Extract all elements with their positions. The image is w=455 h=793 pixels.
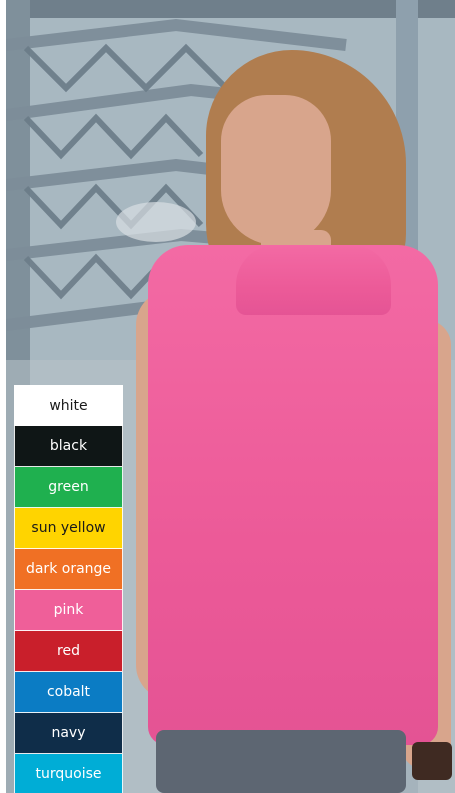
swatch-label: pink <box>53 602 84 618</box>
face <box>221 95 331 245</box>
swatch-navy[interactable]: navy <box>14 713 123 754</box>
swatch-label: turquoise <box>35 766 102 782</box>
swatch-label: green <box>48 479 89 495</box>
swatch-dark-orange[interactable]: dark orange <box>14 549 123 590</box>
swatch-label: cobalt <box>46 684 91 700</box>
swatch-pink[interactable]: pink <box>14 590 123 631</box>
color-swatch-list: white black green sun yellow dark orange… <box>14 385 123 793</box>
collar <box>236 245 391 315</box>
swatch-label: white <box>49 397 88 414</box>
swatch-label: dark orange <box>25 561 112 577</box>
swatch-red[interactable]: red <box>14 631 123 672</box>
swatch-label: red <box>57 643 80 659</box>
polo-shirt <box>148 245 438 745</box>
swatch-turquoise[interactable]: turquoise <box>14 754 123 793</box>
swatch-cobalt[interactable]: cobalt <box>14 672 123 713</box>
bracelet <box>412 742 452 780</box>
swatch-label: sun yellow <box>31 520 106 536</box>
swatch-green[interactable]: green <box>14 467 123 508</box>
swatch-black[interactable]: black <box>14 426 123 467</box>
swatch-white[interactable]: white <box>14 385 123 426</box>
swatch-label: navy <box>51 725 86 741</box>
jeans <box>156 730 406 793</box>
product-page: white black green sun yellow dark orange… <box>0 0 455 793</box>
swatch-sun-yellow[interactable]: sun yellow <box>14 508 123 549</box>
swatch-label: black <box>49 438 88 454</box>
